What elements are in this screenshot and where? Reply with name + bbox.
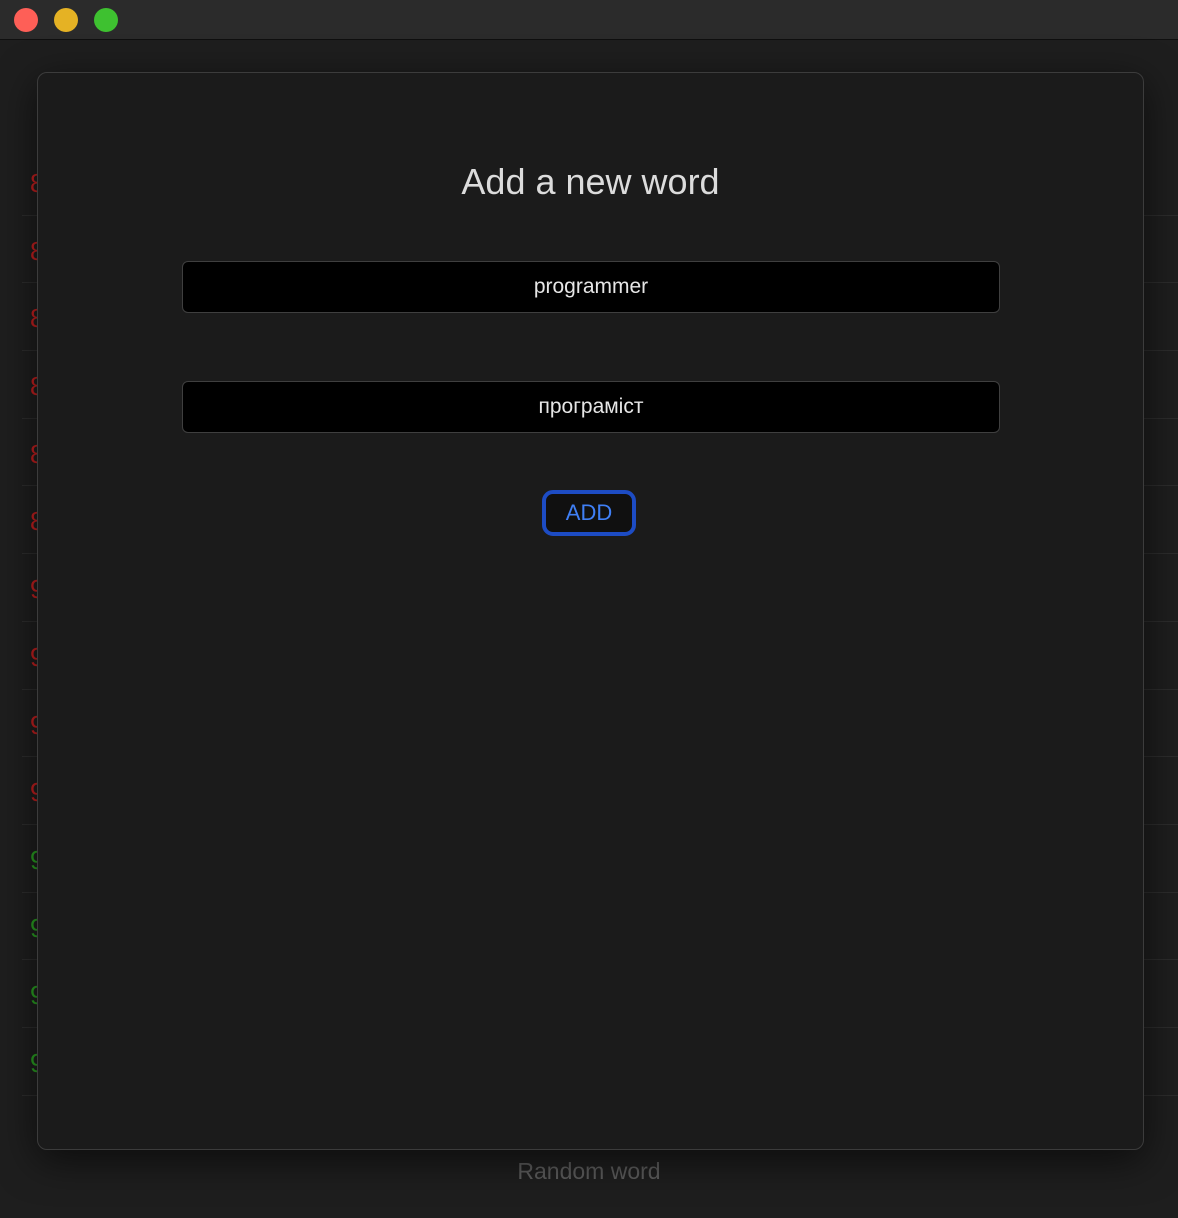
close-window-button[interactable] xyxy=(14,8,38,32)
title-bar xyxy=(0,0,1178,40)
add-word-sheet: Add a new word ADD xyxy=(37,72,1144,1150)
minimize-window-button[interactable] xyxy=(54,8,78,32)
translation-input[interactable] xyxy=(182,381,1000,433)
add-button[interactable]: ADD xyxy=(542,490,636,536)
random-word-button[interactable]: Random word xyxy=(0,1158,1178,1185)
word-input[interactable] xyxy=(182,261,1000,313)
sheet-title: Add a new word xyxy=(461,161,720,202)
maximize-window-button[interactable] xyxy=(94,8,118,32)
app-window: 88888899999999 Random word Add a new wor… xyxy=(0,0,1178,1218)
